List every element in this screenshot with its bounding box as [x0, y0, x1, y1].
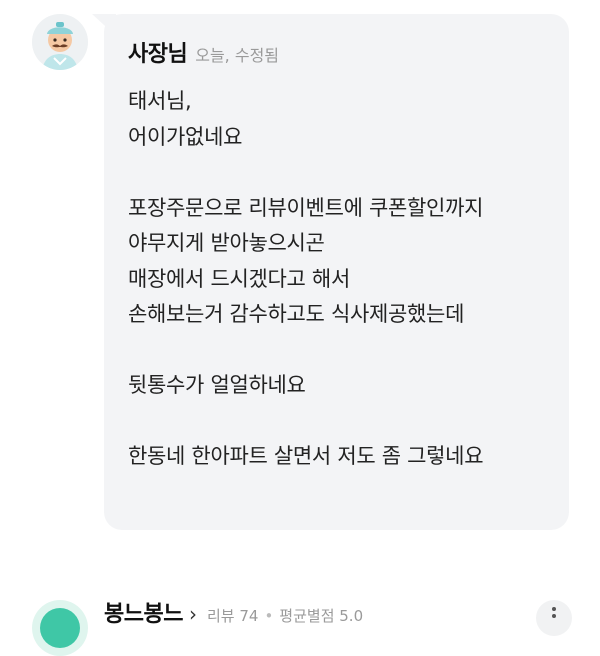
- reply-line: 손해보는거 감수하고도 식사제공했는데: [128, 302, 465, 326]
- owner-avatar-image: [32, 14, 88, 70]
- reviewer-avatar[interactable]: [32, 600, 88, 656]
- reply-line: 태서님,: [128, 89, 192, 113]
- reply-line: 한동네 한아파트 살면서 저도 좀 그렇네요: [128, 444, 484, 468]
- reply-line: 야무지게 받아놓으시곤: [128, 231, 325, 255]
- reviewer-name[interactable]: 봉느봉느: [104, 596, 183, 628]
- reply-blank-line: [128, 333, 548, 369]
- owner-avatar[interactable]: [32, 14, 88, 70]
- reply-line: 매장에서 드시겠다고 해서: [128, 266, 350, 291]
- reviewer-avatar-image: [40, 608, 80, 648]
- reply-line: 어이가없네요: [128, 124, 243, 149]
- reply-line: 포장주문으로 리뷰이벤트에 쿠폰할인까지: [128, 195, 484, 220]
- more-options-button[interactable]: [536, 600, 572, 636]
- reviewer-header: 봉느봉느 › 리뷰 74 • 평균별점 5.0: [104, 596, 363, 628]
- chevron-right-icon[interactable]: ›: [189, 602, 197, 626]
- reply-blank-line: [128, 155, 548, 191]
- reply-header: 사장님 오늘, 수정됨: [128, 36, 279, 68]
- stat-separator: •: [264, 607, 274, 625]
- reply-blank-line: [128, 404, 548, 440]
- more-dots-icon: [552, 614, 556, 618]
- reply-meta: 오늘, 수정됨: [195, 46, 280, 65]
- reply-author: 사장님: [128, 42, 188, 67]
- reply-body: 태서님, 어이가없네요 포장주문으로 리뷰이벤트에 쿠폰할인까지 야무지게 받아…: [128, 84, 548, 475]
- reply-line: 뒷통수가 얼얼하네요: [128, 373, 306, 397]
- more-dots-icon: [552, 607, 556, 611]
